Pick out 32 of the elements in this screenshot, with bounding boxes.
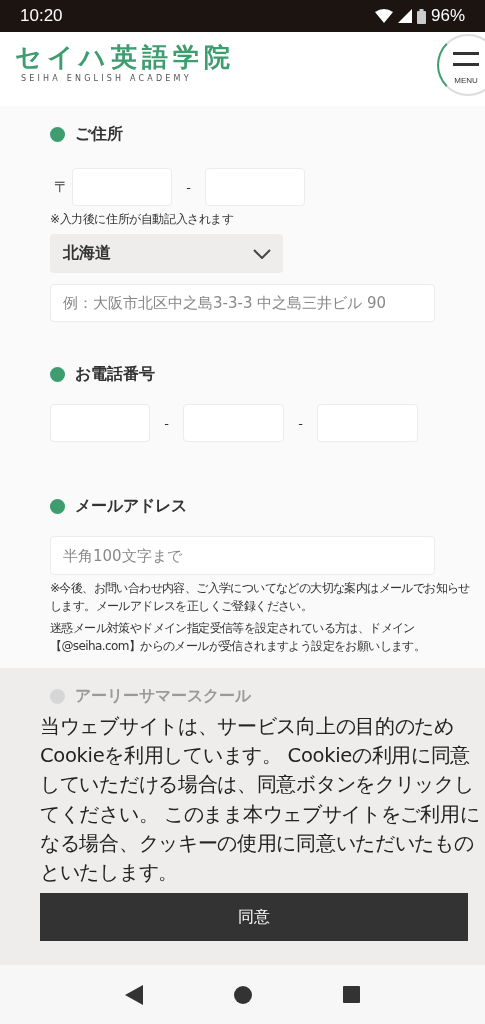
bullet-icon: [50, 366, 65, 382]
notice-text: 迷惑メール対策やドメイン指定受信等を設定されている方は、ドメイン【@seiha.com】からのメールが受信されますよう設定をお願いします。: [50, 620, 427, 655]
section-title: アーリーサマースクール: [75, 685, 251, 707]
hint-text: ※入力後に住所が自動記入されます: [50, 211, 235, 228]
menu-icon: [453, 51, 479, 66]
battery-icon: [416, 8, 426, 24]
menu-button[interactable]: MENU: [437, 34, 485, 96]
section-title: お電話番号: [75, 363, 155, 385]
clock: 10:20: [20, 6, 63, 26]
email-field[interactable]: 半角100文字まで: [50, 536, 435, 575]
prefecture-select[interactable]: 北海道: [50, 234, 283, 273]
section-title: メールアドレス: [75, 495, 187, 517]
street-address-field[interactable]: 例：大阪市北区中之島3-3-3 中之島三井ビル 90: [50, 284, 435, 322]
bullet-icon: [50, 688, 65, 704]
home-icon[interactable]: [234, 985, 252, 1004]
wifi-icon: [374, 9, 393, 23]
agree-button[interactable]: 同意: [40, 893, 468, 942]
separator: -: [163, 415, 170, 431]
separator: -: [185, 179, 192, 195]
separator: -: [297, 415, 304, 431]
cookie-message: 当ウェブサイトは、サービス向上の目的のためCookieを利用しています。 Cookieの利用に同意していただける場合は、同意ボタンをクリックしてください。 このまま本ウェブサイトをご利用になる場合、クッキーの使用に同意いただいたものといたします。: [40, 714, 480, 886]
section-title: ご住所: [75, 123, 123, 145]
postal-mark: 〒: [54, 177, 70, 197]
logo-subtitle: SEIHA ENGLISH ACADEMY: [20, 74, 193, 83]
chevron-down-icon: [253, 248, 271, 259]
notice-text: ※今後、お問い合わせ内容、ご入学についてなどの大切な案内はメールでお知らせします。メールアドレスを正しくご登録ください。: [50, 580, 471, 615]
bullet-icon: [50, 498, 65, 514]
signal-icon: [397, 9, 412, 23]
bullet-icon: [50, 126, 65, 142]
recents-icon[interactable]: [342, 986, 360, 1003]
battery-level: 96%: [430, 6, 465, 26]
back-icon[interactable]: [125, 984, 144, 1005]
